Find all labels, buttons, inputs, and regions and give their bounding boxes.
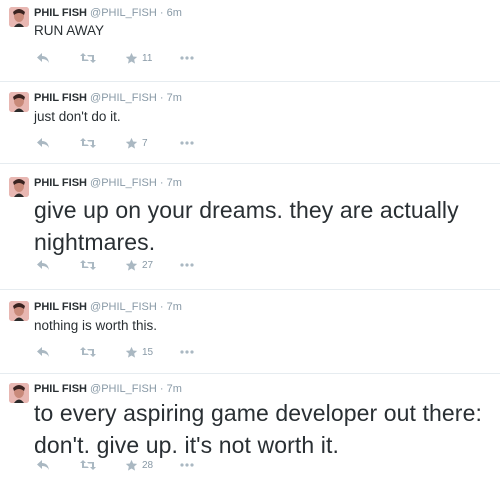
favorite-count: 28 [142, 459, 154, 471]
avatar[interactable] [9, 92, 29, 112]
favorite-button[interactable]: 27 [125, 258, 153, 272]
retweet-icon [80, 137, 96, 149]
favorite-count: 27 [142, 259, 154, 271]
more-icon [180, 350, 194, 354]
author-name[interactable]: PHIL FISH [34, 92, 87, 104]
tweet-header: PHIL FISH @PHIL_FISH · 7m [34, 301, 182, 314]
reply-button[interactable] [36, 458, 50, 472]
more-button[interactable] [180, 136, 194, 150]
tweet-text: to every aspiring game developer out the… [34, 400, 482, 458]
tweet-header: PHIL FISH @PHIL_FISH · 7m [34, 177, 182, 190]
avatar[interactable] [9, 383, 29, 403]
author-handle[interactable]: @PHIL_FISH [90, 7, 157, 19]
star-icon [125, 259, 138, 272]
favorite-count: 15 [142, 346, 154, 358]
favorite-button[interactable]: 7 [125, 136, 148, 150]
separator-dot: · [159, 177, 164, 189]
tweet-text: just don't do it. [34, 109, 121, 124]
retweet-button[interactable] [80, 458, 96, 472]
favorite-button[interactable]: 28 [125, 458, 153, 472]
author-handle[interactable]: @PHIL_FISH [90, 301, 157, 313]
tweet-text: RUN AWAY [34, 23, 105, 38]
timestamp[interactable]: 7m [167, 383, 182, 395]
tweet-text: give up on your dreams. they are actuall… [34, 197, 459, 255]
more-icon [180, 463, 194, 467]
favorite-count: 11 [142, 52, 153, 64]
more-button[interactable] [180, 458, 194, 472]
star-icon [125, 52, 138, 65]
timeline: PHIL FISH @PHIL_FISH · 6m RUN AWAY 11 PH… [0, 0, 500, 484]
separator-dot: · [159, 7, 164, 19]
tweet[interactable]: PHIL FISH @PHIL_FISH · 7m nothing is wor… [0, 290, 500, 374]
retweet-button[interactable] [80, 258, 96, 272]
timestamp[interactable]: 7m [167, 92, 182, 104]
reply-icon [36, 259, 50, 271]
avatar[interactable] [9, 301, 29, 321]
author-name[interactable]: PHIL FISH [34, 177, 87, 189]
reply-icon [36, 346, 50, 358]
more-button[interactable] [180, 51, 194, 65]
tweet[interactable]: PHIL FISH @PHIL_FISH · 7m just don't do … [0, 82, 500, 164]
retweet-button[interactable] [80, 136, 96, 150]
reply-button[interactable] [36, 258, 50, 272]
reply-button[interactable] [36, 345, 50, 359]
tweet-header: PHIL FISH @PHIL_FISH · 7m [34, 92, 182, 105]
tweet-header: PHIL FISH @PHIL_FISH · 7m [34, 383, 182, 396]
tweet-text: nothing is worth this. [34, 318, 158, 333]
star-icon [125, 459, 138, 472]
more-icon [180, 263, 194, 267]
tweet-header: PHIL FISH @PHIL_FISH · 6m [34, 7, 182, 20]
reply-button[interactable] [36, 51, 50, 65]
timestamp[interactable]: 6m [167, 7, 182, 19]
author-handle[interactable]: @PHIL_FISH [90, 383, 157, 395]
star-icon [125, 346, 138, 359]
reply-button[interactable] [36, 136, 50, 150]
timestamp[interactable]: 7m [167, 301, 182, 313]
tweet[interactable]: PHIL FISH @PHIL_FISH · 7m to every aspir… [0, 374, 500, 484]
retweet-icon [80, 459, 96, 471]
reply-icon [36, 52, 50, 64]
reply-icon [36, 137, 50, 149]
separator-dot: · [159, 301, 164, 313]
author-name[interactable]: PHIL FISH [34, 301, 87, 313]
favorite-button[interactable]: 11 [125, 51, 152, 65]
author-handle[interactable]: @PHIL_FISH [90, 92, 157, 104]
retweet-icon [80, 52, 96, 64]
author-handle[interactable]: @PHIL_FISH [90, 177, 157, 189]
separator-dot: · [159, 92, 164, 104]
retweet-icon [80, 259, 96, 271]
more-icon [180, 141, 194, 145]
timestamp[interactable]: 7m [167, 177, 182, 189]
retweet-button[interactable] [80, 345, 96, 359]
star-icon [125, 137, 138, 150]
more-button[interactable] [180, 258, 194, 272]
retweet-button[interactable] [80, 51, 96, 65]
favorite-count: 7 [142, 137, 148, 149]
tweet[interactable]: PHIL FISH @PHIL_FISH · 6m RUN AWAY 11 [0, 0, 500, 82]
avatar[interactable] [9, 7, 29, 27]
separator-dot: · [159, 383, 164, 395]
avatar[interactable] [9, 177, 29, 197]
author-name[interactable]: PHIL FISH [34, 383, 87, 395]
more-icon [180, 56, 194, 60]
favorite-button[interactable]: 15 [125, 345, 153, 359]
tweet[interactable]: PHIL FISH @PHIL_FISH · 7m give up on you… [0, 164, 500, 290]
retweet-icon [80, 346, 96, 358]
author-name[interactable]: PHIL FISH [34, 7, 87, 19]
more-button[interactable] [180, 345, 194, 359]
reply-icon [36, 459, 50, 471]
